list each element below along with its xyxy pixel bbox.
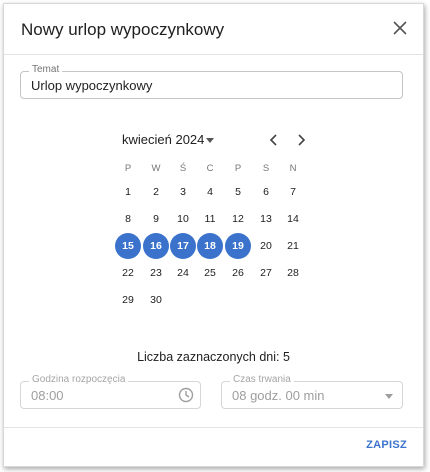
calendar-day[interactable]: 28 — [280, 260, 306, 286]
calendar-day[interactable]: 11 — [197, 206, 223, 232]
calendar-day[interactable]: 8 — [115, 206, 141, 232]
calendar-day[interactable]: 4 — [197, 179, 223, 205]
dialog-header: Nowy urlop wypoczynkowy — [4, 4, 423, 55]
calendar-day[interactable]: 21 — [280, 233, 306, 259]
calendar-header: kwiecień 2024 — [122, 132, 322, 150]
start-time-field: Godzina rozpoczęcia 08:00 — [20, 374, 201, 409]
start-time-value: 08:00 — [31, 388, 64, 403]
dialog: Nowy urlop wypoczynkowy Temat Urlop wypo… — [3, 3, 424, 467]
footer-divider — [4, 427, 423, 428]
clock-icon — [178, 387, 194, 403]
calendar-day[interactable]: 26 — [225, 260, 251, 286]
save-button[interactable]: ZAPISZ — [366, 439, 407, 451]
calendar-day[interactable]: 3 — [170, 179, 196, 205]
weekday-label: P — [124, 163, 132, 174]
weekday-label: Ś — [179, 163, 187, 174]
selected-days-summary: Liczba zaznaczonych dni: 5 — [137, 350, 290, 364]
dialog-title: Nowy urlop wypoczynkowy — [21, 20, 225, 39]
close-icon[interactable] — [391, 19, 409, 37]
calendar-day[interactable]: 20 — [253, 233, 279, 259]
calendar-day[interactable]: 12 — [225, 206, 251, 232]
prev-month-icon[interactable] — [267, 133, 281, 147]
weekday-label: C — [206, 163, 214, 174]
topic-field[interactable]: Temat Urlop wypoczynkowy — [20, 64, 403, 99]
weekday-label: W — [151, 163, 161, 174]
calendar-day[interactable]: 14 — [280, 206, 306, 232]
duration-label: Czas trwania — [230, 374, 294, 385]
topic-label: Temat — [29, 64, 63, 75]
duration-field: Czas trwania 08 godz. 00 min — [221, 374, 403, 409]
calendar-day[interactable]: 7 — [280, 179, 306, 205]
calendar-day[interactable]: 24 — [170, 260, 196, 286]
calendar-day[interactable]: 2 — [143, 179, 169, 205]
calendar-day-selected[interactable]: 15 — [115, 233, 141, 259]
weekday-label: P — [234, 163, 242, 174]
weekday-label: N — [289, 163, 297, 174]
duration-value: 08 godz. 00 min — [232, 388, 325, 403]
calendar-day[interactable]: 9 — [143, 206, 169, 232]
month-label[interactable]: kwiecień 2024 — [122, 132, 204, 147]
month-dropdown-icon[interactable] — [206, 138, 214, 143]
next-month-icon[interactable] — [294, 133, 308, 147]
calendar-day[interactable]: 5 — [225, 179, 251, 205]
calendar-day[interactable]: 29 — [115, 287, 141, 313]
calendar-day-selected[interactable]: 16 — [143, 233, 169, 259]
calendar-day[interactable]: 13 — [253, 206, 279, 232]
calendar-day[interactable]: 10 — [170, 206, 196, 232]
weekday-label: S — [262, 163, 270, 174]
calendar-day[interactable]: 25 — [197, 260, 223, 286]
calendar-day[interactable]: 1 — [115, 179, 141, 205]
calendar-day[interactable]: 22 — [115, 260, 141, 286]
calendar-day-selected[interactable]: 18 — [197, 233, 223, 259]
calendar-day-selected[interactable]: 17 — [170, 233, 196, 259]
calendar-day[interactable]: 6 — [253, 179, 279, 205]
dropdown-arrow-icon — [385, 394, 393, 399]
calendar-day[interactable]: 30 — [143, 287, 169, 313]
calendar-day-selected[interactable]: 19 — [225, 233, 251, 259]
calendar-day[interactable]: 23 — [143, 260, 169, 286]
start-time-label: Godzina rozpoczęcia — [29, 374, 129, 385]
topic-value: Urlop wypoczynkowy — [31, 78, 153, 93]
calendar-day[interactable]: 27 — [253, 260, 279, 286]
